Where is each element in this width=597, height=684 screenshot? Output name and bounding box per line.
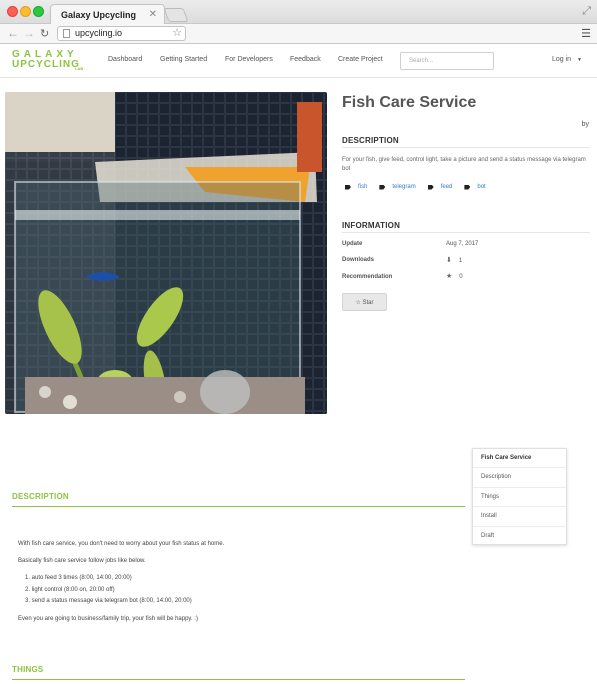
body-description-divider bbox=[12, 506, 465, 507]
body-description-heading: DESCRIPTION bbox=[12, 492, 69, 501]
toc-item-draft[interactable]: Draft bbox=[473, 527, 566, 546]
update-label: Update bbox=[342, 241, 363, 247]
information-heading: INFORMATION bbox=[342, 221, 401, 230]
site-logo[interactable]: GALAXY UPCYCLING LAB bbox=[12, 50, 83, 72]
search-input[interactable]: Search... bbox=[400, 52, 494, 70]
project-summary: For your fish, give feed, control light,… bbox=[342, 157, 586, 172]
body-paragraph-1: With fish care service, you don't need t… bbox=[18, 541, 225, 547]
tag-label: telegram bbox=[392, 184, 416, 190]
nav-dashboard[interactable]: Dashboard bbox=[108, 56, 142, 63]
list-item: 1. auto feed 3 times (8:00, 14:00, 20:00… bbox=[25, 575, 132, 581]
browser-toolbar: ← → ↻ upcycling.io ☆ ☰ bbox=[0, 24, 597, 44]
back-icon[interactable]: ← bbox=[7, 26, 19, 40]
star-outline-icon: ☆ bbox=[355, 300, 361, 306]
tag-label: fish bbox=[358, 184, 368, 190]
table-of-contents: Fish Care Service Description Things Ins… bbox=[472, 448, 567, 545]
project-title: Fish Care Service bbox=[342, 94, 477, 111]
tag-fish[interactable]: fish bbox=[345, 184, 367, 190]
tag-label: bot bbox=[477, 184, 486, 190]
toc-item-overview[interactable]: Fish Care Service bbox=[473, 449, 566, 469]
list-item-text: send a status message via telegram bot (… bbox=[31, 598, 192, 604]
tag-telegram[interactable]: telegram bbox=[379, 184, 416, 190]
tag-feed[interactable]: feed bbox=[427, 184, 453, 190]
description-heading: DESCRIPTION bbox=[342, 136, 399, 145]
star-button[interactable]: ☆ Star bbox=[342, 293, 387, 311]
project-image bbox=[5, 92, 327, 414]
fullscreen-icon[interactable]: ⤢ bbox=[582, 5, 591, 18]
zoom-window-button[interactable] bbox=[33, 6, 44, 17]
information-divider bbox=[342, 232, 590, 233]
login-label: Log in bbox=[552, 56, 572, 63]
tag-icon bbox=[427, 184, 434, 190]
new-tab-button[interactable] bbox=[163, 8, 189, 22]
minimize-window-button[interactable] bbox=[20, 6, 31, 17]
nav-for-developers[interactable]: For Developers bbox=[225, 56, 273, 63]
caret-down-icon: ▼ bbox=[577, 57, 582, 63]
list-item-text: light control (8:00 on, 20:00 off) bbox=[31, 587, 115, 593]
url-text: upcycling.io bbox=[75, 28, 123, 38]
browser-tab[interactable]: Galaxy Upcycling ✕ bbox=[50, 4, 165, 25]
recommendation-label: Recommendation bbox=[342, 274, 393, 280]
tag-bot[interactable]: bot bbox=[464, 184, 486, 190]
browser-menu-icon[interactable]: ☰ bbox=[581, 27, 591, 40]
update-value: Aug 7, 2017 bbox=[446, 241, 479, 247]
list-item-text: auto feed 3 times (8:00, 14:00, 20:00) bbox=[31, 575, 132, 581]
nav-create-project[interactable]: Create Project bbox=[338, 56, 383, 63]
bookmark-star-icon[interactable]: ☆ bbox=[172, 26, 182, 39]
body-paragraph-3: Even you are going to business/family tr… bbox=[18, 616, 198, 622]
author-by-label: by bbox=[581, 121, 589, 128]
download-icon: ⬇ bbox=[446, 257, 452, 264]
site-navbar: GALAXY UPCYCLING LAB Dashboard Getting S… bbox=[0, 44, 597, 78]
tag-label: feed bbox=[440, 184, 453, 190]
tab-close-icon[interactable]: ✕ bbox=[149, 9, 157, 20]
tab-title: Galaxy Upcycling bbox=[61, 10, 137, 20]
logo-line2: UPCYCLING bbox=[12, 59, 80, 70]
browser-titlebar: Galaxy Upcycling ✕ ⤢ bbox=[0, 0, 597, 25]
description-divider bbox=[342, 147, 590, 148]
close-window-button[interactable] bbox=[7, 6, 18, 17]
toc-item-install[interactable]: Install bbox=[473, 507, 566, 527]
star-icon: ★ bbox=[446, 273, 453, 280]
things-heading: THINGS bbox=[12, 665, 44, 674]
recommendation-value-row: ★ 0 bbox=[446, 272, 463, 280]
tag-icon bbox=[379, 184, 386, 190]
list-item: 2. light control (8:00 on, 20:00 off) bbox=[25, 587, 115, 593]
list-item: 3. send a status message via telegram bo… bbox=[25, 598, 192, 604]
things-divider bbox=[12, 679, 465, 680]
nav-getting-started[interactable]: Getting Started bbox=[160, 56, 207, 63]
tag-icon bbox=[345, 184, 351, 190]
body-paragraph-2: Basically fish care service follow jobs … bbox=[18, 558, 146, 564]
downloads-label: Downloads bbox=[342, 257, 375, 263]
star-button-label: Star bbox=[362, 300, 374, 306]
downloads-value-row: ⬇ 1 bbox=[446, 256, 462, 264]
address-bar[interactable]: upcycling.io ☆ bbox=[57, 26, 186, 41]
toc-item-description[interactable]: Description bbox=[473, 468, 566, 488]
toc-item-things[interactable]: Things bbox=[473, 488, 566, 508]
tag-icon bbox=[464, 184, 471, 190]
recommendation-value: 0 bbox=[459, 274, 463, 280]
reload-icon[interactable]: ↻ bbox=[40, 27, 49, 40]
page-icon bbox=[63, 29, 70, 38]
login-menu[interactable]: Log in ▼ bbox=[552, 56, 582, 63]
logo-suffix: LAB bbox=[75, 66, 84, 71]
downloads-value: 1 bbox=[458, 258, 463, 264]
forward-icon[interactable]: → bbox=[23, 26, 35, 40]
nav-feedback[interactable]: Feedback bbox=[290, 56, 321, 63]
tag-list: fish telegram feed bot bbox=[345, 184, 498, 190]
